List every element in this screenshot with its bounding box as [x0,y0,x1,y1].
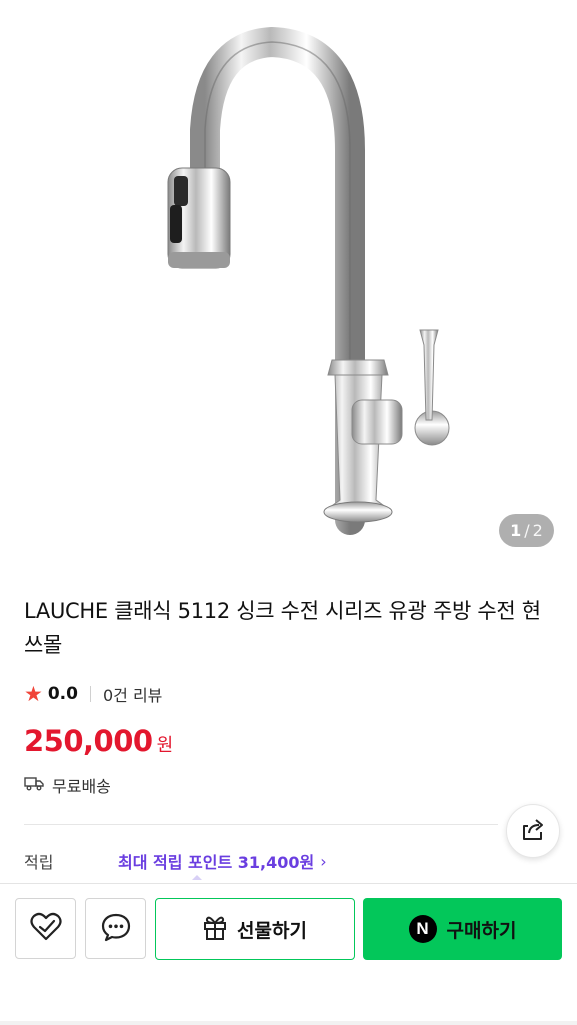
rating-score: 0.0 [47,684,78,704]
share-icon [520,816,546,846]
shipping-info: 무료배송 [24,773,111,797]
points-label: 적립 [24,853,54,872]
gift-icon [203,914,237,945]
truck-icon [24,775,44,795]
faucet-image [167,26,450,535]
max-points-text: 최대 적립 포인트 31,400원 [118,853,315,872]
points-row: 적립 최대 적립 포인트 31,400원 › [24,848,544,880]
star-icon: ★ [24,682,43,706]
image-counter-current: 1 [510,521,522,540]
rating-row[interactable]: ★ 0.0 0건 리뷰 [24,681,162,707]
shipping-label: 무료배송 [52,777,111,796]
buy-button[interactable]: N 구매하기 [363,898,562,960]
image-counter-total: 2 [532,521,543,540]
chevron-right-icon: › [320,851,327,871]
gift-label: 선물하기 [237,919,307,942]
price: 250,000 원 [24,724,173,758]
section-divider [24,824,498,825]
heart-check-icon [29,912,63,946]
rating-divider [89,686,91,702]
talk-button[interactable] [85,898,146,959]
image-counter: 1 / 2 [499,514,554,547]
price-amount: 250,000 [24,724,153,758]
price-unit: 원 [156,735,174,756]
tooltip-pointer [192,875,202,880]
naver-pay-icon: N [408,915,437,943]
product-title: LAUCHE 클래식 5112 싱크 수전 시리즈 유광 주방 수전 현쓰몰 [24,599,541,657]
review-count-link[interactable]: 0건 리뷰 [103,682,162,706]
image-counter-separator: / [524,521,530,540]
product-image[interactable]: 1 / 2 [0,0,577,568]
chat-bubble-icon [100,912,132,946]
bottom-action-bar: 선물하기 N 구매하기 [0,883,577,1025]
bottom-safe-area [0,1021,577,1025]
wishlist-button[interactable] [15,898,76,959]
gift-button[interactable]: 선물하기 [155,898,355,960]
max-points-link[interactable]: 최대 적립 포인트 31,400원 › [118,849,327,873]
buy-label: 구매하기 [446,919,517,942]
